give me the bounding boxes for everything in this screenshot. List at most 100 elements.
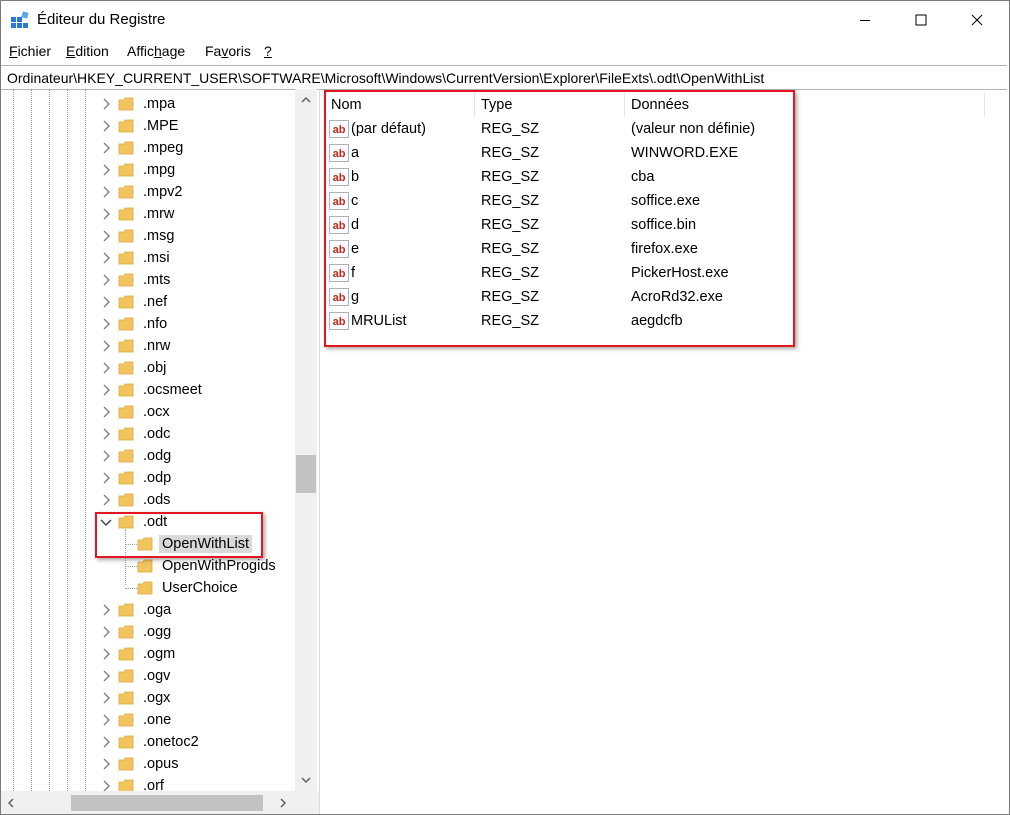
- chevron-right-icon[interactable]: [100, 428, 112, 440]
- tree-item[interactable]: OpenWithList: [125, 533, 253, 555]
- chevron-right-icon[interactable]: [100, 406, 112, 418]
- tree-item[interactable]: .odp: [100, 467, 174, 489]
- tree-item[interactable]: .odt: [100, 511, 170, 533]
- menu-favoris[interactable]: Favoris: [205, 43, 251, 59]
- chevron-right-icon[interactable]: [100, 384, 112, 396]
- tree-item[interactable]: .mrw: [100, 203, 177, 225]
- menu-fichier[interactable]: Fichier: [9, 43, 51, 59]
- tree-item[interactable]: .ogv: [100, 665, 173, 687]
- tree-item[interactable]: .MPE: [100, 115, 181, 137]
- chevron-right-icon[interactable]: [100, 120, 112, 132]
- column-header-donnees[interactable]: Données: [631, 93, 689, 117]
- tree-item[interactable]: .one: [100, 709, 174, 731]
- tree-item[interactable]: .ogg: [100, 621, 174, 643]
- chevron-right-icon[interactable]: [100, 274, 112, 286]
- tree-item[interactable]: .nef: [100, 291, 170, 313]
- value-row[interactable]: ab b REG_SZ cba: [323, 166, 803, 190]
- folder-icon: [118, 735, 134, 749]
- close-button[interactable]: [949, 1, 1005, 39]
- scroll-right-button[interactable]: [273, 794, 293, 812]
- chevron-right-icon[interactable]: [100, 736, 112, 748]
- column-separator[interactable]: [984, 93, 985, 117]
- value-row[interactable]: ab d REG_SZ soffice.bin: [323, 214, 803, 238]
- key-tree-pane[interactable]: .mpa .MPE .mpeg .mpg .mpv2 .mrw .msg .msi .mts .n…: [1, 89, 320, 814]
- tree-item[interactable]: .oga: [100, 599, 174, 621]
- value-row[interactable]: ab c REG_SZ soffice.exe: [323, 190, 803, 214]
- chevron-right-icon[interactable]: [100, 340, 112, 352]
- tree-item[interactable]: .obj: [100, 357, 169, 379]
- chevron-right-icon[interactable]: [100, 208, 112, 220]
- tree-item[interactable]: .opus: [100, 753, 181, 775]
- title-bar[interactable]: Éditeur du Registre: [1, 1, 1009, 39]
- chevron-right-icon[interactable]: [100, 648, 112, 660]
- tree-item[interactable]: .nrw: [100, 335, 173, 357]
- chevron-right-icon[interactable]: [100, 98, 112, 110]
- tree-vertical-thumb[interactable]: [296, 455, 316, 493]
- chevron-right-icon[interactable]: [100, 758, 112, 770]
- tree-horizontal-scrollbar[interactable]: [1, 791, 319, 814]
- tree-item[interactable]: .odg: [100, 445, 174, 467]
- tree-item[interactable]: .odc: [100, 423, 173, 445]
- maximize-button[interactable]: [893, 1, 949, 39]
- svg-text:ab: ab: [333, 220, 346, 232]
- chevron-right-icon[interactable]: [100, 296, 112, 308]
- chevron-right-icon[interactable]: [100, 142, 112, 154]
- tree-item[interactable]: .ogx: [100, 687, 173, 709]
- scroll-left-button[interactable]: [1, 794, 21, 812]
- tree-item[interactable]: .msg: [100, 225, 177, 247]
- tree-item[interactable]: .mts: [100, 269, 173, 291]
- tree-item[interactable]: .mpa: [100, 93, 178, 115]
- menu-affichage[interactable]: Affichage: [127, 43, 185, 59]
- chevron-right-icon[interactable]: [100, 318, 112, 330]
- chevron-right-icon[interactable]: [100, 670, 112, 682]
- tree-item[interactable]: .ods: [100, 489, 173, 511]
- value-row[interactable]: ab (par défaut) REG_SZ (valeur non définie): [323, 118, 803, 142]
- tree-item[interactable]: OpenWithProgids: [125, 555, 279, 577]
- value-row[interactable]: ab f REG_SZ PickerHost.exe: [323, 262, 803, 286]
- column-separator[interactable]: [624, 93, 625, 117]
- chevron-right-icon[interactable]: [100, 252, 112, 264]
- value-row[interactable]: ab MRUList REG_SZ aegdcfb: [323, 310, 803, 334]
- tree-item[interactable]: .mpg: [100, 159, 178, 181]
- tree-item[interactable]: .ocx: [100, 401, 173, 423]
- tree-horizontal-thumb[interactable]: [71, 795, 263, 811]
- tree-item[interactable]: .ogm: [100, 643, 178, 665]
- value-row[interactable]: ab a REG_SZ WINWORD.EXE: [323, 142, 803, 166]
- tree-item[interactable]: .mpeg: [100, 137, 186, 159]
- chevron-right-icon[interactable]: [100, 362, 112, 374]
- tree-item[interactable]: .onetoc2: [100, 731, 202, 753]
- address-bar[interactable]: Ordinateur\HKEY_CURRENT_USER\SOFTWARE\Mi…: [1, 65, 1007, 90]
- tree-vertical-scrollbar[interactable]: [295, 89, 317, 791]
- chevron-right-icon[interactable]: [100, 604, 112, 616]
- value-row[interactable]: ab e REG_SZ firefox.exe: [323, 238, 803, 262]
- tree-item-label: OpenWithProgids: [162, 558, 276, 574]
- tree-item[interactable]: .nfo: [100, 313, 170, 335]
- chevron-right-icon[interactable]: [100, 230, 112, 242]
- chevron-right-icon[interactable]: [100, 472, 112, 484]
- chevron-right-icon[interactable]: [100, 164, 112, 176]
- chevron-right-icon[interactable]: [100, 186, 112, 198]
- scroll-up-button[interactable]: [295, 91, 317, 109]
- chevron-down-icon[interactable]: [100, 516, 112, 528]
- menu-help[interactable]: ?: [264, 43, 272, 59]
- value-list-pane[interactable]: Nom Type Données ab (par défaut) REG_SZ (va…: [323, 89, 1009, 814]
- column-separator[interactable]: [474, 93, 475, 117]
- menu-edition[interactable]: Edition: [66, 43, 109, 59]
- column-header-nom[interactable]: Nom: [331, 93, 362, 117]
- value-row[interactable]: ab g REG_SZ AcroRd32.exe: [323, 286, 803, 310]
- tree-item[interactable]: .mpv2: [100, 181, 186, 203]
- tree-item[interactable]: .msi: [100, 247, 173, 269]
- tree-item[interactable]: .ocsmeet: [100, 379, 205, 401]
- chevron-right-icon[interactable]: [100, 450, 112, 462]
- tree-item[interactable]: UserChoice: [125, 577, 241, 599]
- chevron-right-icon[interactable]: [100, 692, 112, 704]
- scroll-down-button[interactable]: [295, 771, 317, 789]
- column-header-type[interactable]: Type: [481, 93, 512, 117]
- value-data: soffice.exe: [631, 193, 701, 209]
- chevron-right-icon[interactable]: [100, 714, 112, 726]
- chevron-right-icon[interactable]: [100, 626, 112, 638]
- tree-item-label: .mts: [143, 272, 171, 288]
- chevron-right-icon[interactable]: [100, 494, 112, 506]
- address-path[interactable]: Ordinateur\HKEY_CURRENT_USER\SOFTWARE\Mi…: [7, 70, 764, 86]
- minimize-button[interactable]: [837, 1, 893, 39]
